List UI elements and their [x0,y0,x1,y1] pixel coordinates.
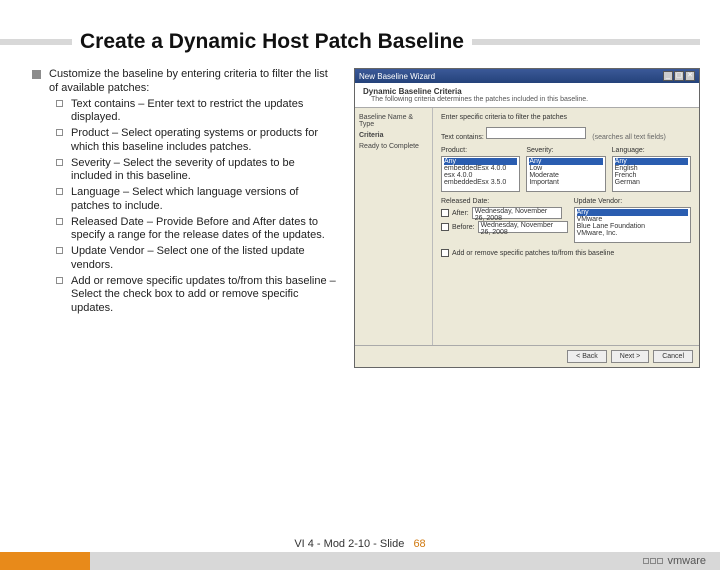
language-label: Language: [612,147,691,154]
sub-bullet-icon [56,100,63,107]
list-item: Add or remove specific updates to/from t… [71,275,336,316]
wizard-title-text: New Baseline Wizard [359,72,435,81]
list-item: embeddedEsx 3.5.0 [444,179,517,186]
brand-logo: vmware [643,555,706,567]
list-item: embeddedEsx 4.0.0 [444,165,517,172]
text-contains-input [486,127,586,139]
addremove-label: Add or remove specific patches to/from t… [452,250,614,257]
list-item: Update Vendor – Select one of the listed… [71,245,336,273]
brand-text: vmware [667,555,706,567]
after-checkbox [441,209,449,217]
maximize-icon: ▢ [674,71,684,81]
released-label: Released Date: [441,198,568,205]
vendor-label: Update Vendor: [574,198,691,205]
filter-label: Enter specific criteria to filter the pa… [441,114,691,121]
wizard-footer: < Back Next > Cancel [355,345,699,367]
cancel-button: Cancel [653,350,693,363]
list-item: Blue Lane Foundation [577,223,688,230]
next-button: Next > [611,350,649,363]
list-item: esx 4.0.0 [444,172,517,179]
footer-accent [0,552,90,570]
list-item: Important [529,179,602,186]
wizard-header: Dynamic Baseline Criteria The following … [355,83,699,108]
list-item: Severity – Select the severity of update… [71,157,336,185]
wizard-step: Baseline Name & Type [359,114,428,128]
logo-box-icon [657,558,663,564]
list-item: Any [615,158,688,165]
back-button: < Back [567,350,607,363]
wizard-step: Criteria [359,132,428,139]
wizard-sidebar: Baseline Name & Type Criteria Ready to C… [355,108,433,345]
list-item: Language – Select which language version… [71,186,336,214]
list-item: Any [529,158,602,165]
content-area: Customize the baseline by entering crite… [0,68,720,368]
footer: vmware [0,536,720,570]
wizard-screenshot: New Baseline Wizard _ ▢ ✕ Dynamic Baseli… [354,68,700,368]
intro-text: Customize the baseline by entering crite… [49,68,336,96]
product-listbox: Any embeddedEsx 4.0.0 esx 4.0.0 embedded… [441,156,520,192]
list-item: Text contains – Enter text to restrict t… [71,98,336,126]
footer-bar: vmware [90,552,720,570]
list-item: Any [444,158,517,165]
sub-bullet-icon [56,218,63,225]
wizard-header-title: Dynamic Baseline Criteria [363,87,691,96]
list-item: Any [577,209,688,216]
language-listbox: Any English French German [612,156,691,192]
text-contains-label: Text contains: [441,134,484,141]
title-decor-right [472,39,700,45]
before-checkbox [441,223,449,231]
vendor-listbox: Any VMware Blue Lane Foundation VMware, … [574,207,691,243]
minimize-icon: _ [663,71,673,81]
title-row: Create a Dynamic Host Patch Baseline [0,30,720,54]
wizard-main: Enter specific criteria to filter the pa… [433,108,699,345]
sub-bullet-icon [56,277,63,284]
list-item: VMware [577,216,688,223]
title-decor-left [0,39,72,45]
text-hint: (searches all text fields) [592,134,666,141]
logo-box-icon [650,558,656,564]
addremove-checkbox [441,249,449,257]
bullet-icon [32,70,41,79]
close-icon: ✕ [685,71,695,81]
severity-label: Severity: [526,147,605,154]
text-column: Customize the baseline by entering crite… [32,68,336,368]
wizard-titlebar: New Baseline Wizard _ ▢ ✕ [355,69,699,83]
before-date-input: Wednesday, November 26, 2008 [478,221,568,233]
list-item: German [615,179,688,186]
page-title: Create a Dynamic Host Patch Baseline [72,30,472,54]
sub-bullet-icon [56,188,63,195]
list-item: Low [529,165,602,172]
list-item: English [615,165,688,172]
sub-bullet-icon [56,247,63,254]
after-label: After: [452,210,469,217]
list-item: Released Date – Provide Before and After… [71,216,336,244]
product-label: Product: [441,147,520,154]
after-date-input: Wednesday, November 26, 2008 [472,207,562,219]
list-item: Moderate [529,172,602,179]
before-label: Before: [452,224,475,231]
sub-bullet-icon [56,159,63,166]
sub-bullet-icon [56,129,63,136]
list-item: French [615,172,688,179]
wizard-step: Ready to Complete [359,143,428,150]
list-item: VMware, Inc. [577,230,688,237]
severity-listbox: Any Low Moderate Important [526,156,605,192]
logo-box-icon [643,558,649,564]
wizard-header-sub: The following criteria determines the pa… [371,96,691,103]
list-item: Product – Select operating systems or pr… [71,127,336,155]
